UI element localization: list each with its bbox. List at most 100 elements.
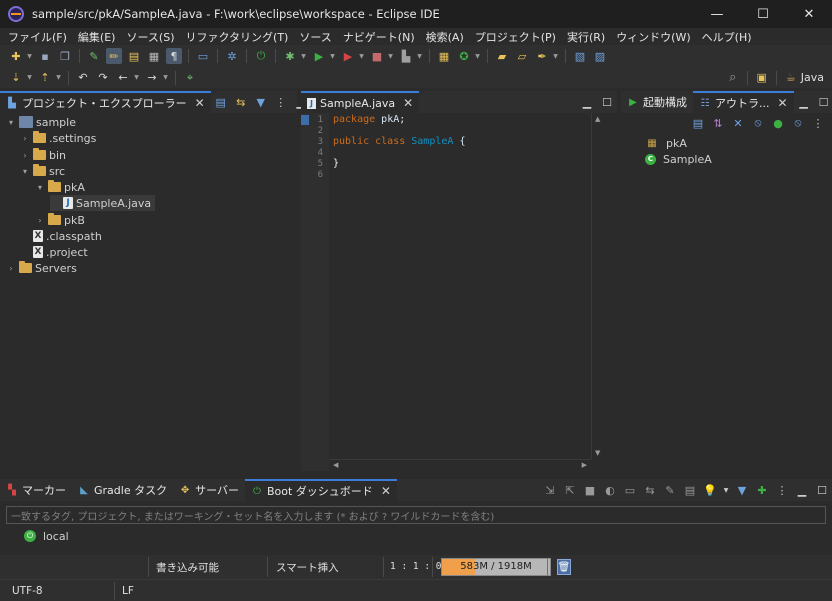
tree-item-sample[interactable]: ▾ sample <box>6 114 76 130</box>
java-perspective-icon[interactable]: ☕ <box>783 70 799 86</box>
back-dropdown-icon[interactable]: ▼ <box>133 70 140 86</box>
menu-file[interactable]: ファイル(F) <box>4 29 74 45</box>
maximize-view-icon[interactable]: ☐ <box>814 484 830 497</box>
bulb-dropdown-icon[interactable]: ▼ <box>722 487 730 494</box>
tree-item-bin[interactable]: › bin <box>20 147 66 163</box>
open-type-icon[interactable]: ▰ <box>494 48 510 64</box>
menu-navigate[interactable]: ナビゲート(N) <box>339 29 422 45</box>
tree-item-pkB[interactable]: › pkB <box>35 212 85 228</box>
properties-icon[interactable]: ▤ <box>682 484 698 497</box>
link-with-editor-icon[interactable]: ⇆ <box>233 96 249 109</box>
pin-editor-icon[interactable]: ⌖ <box>182 70 198 86</box>
filter-icon[interactable]: ▼ <box>253 96 269 109</box>
open-browser-icon[interactable]: ◐ <box>602 484 618 497</box>
editor-horizontal-scrollbar[interactable]: ◀ ▶ <box>329 459 591 471</box>
sort-icon[interactable]: ⇅ <box>710 115 726 131</box>
hide-nonpublic-icon[interactable]: ● <box>770 115 786 131</box>
boot-local-item[interactable]: ⏻ local <box>24 528 69 544</box>
close-outline-icon[interactable]: ✕ <box>778 96 788 110</box>
stop-icon[interactable]: ■ <box>369 48 385 64</box>
save-all-icon[interactable]: ❐ <box>57 48 73 64</box>
refresh-icon[interactable]: ⇆ <box>642 484 658 497</box>
forward-dropdown-icon[interactable]: ▼ <box>162 70 169 86</box>
open-console-icon[interactable]: ▭ <box>195 48 211 64</box>
run-external-tools-icon[interactable]: ▶ <box>340 48 356 64</box>
external-tools-dropdown-icon[interactable]: ▼ <box>358 48 365 64</box>
menu-run[interactable]: 実行(R) <box>563 29 612 45</box>
tree-item-src[interactable]: ▾ src <box>20 163 65 179</box>
tree-item-classpath[interactable]: X .classpath <box>20 228 102 244</box>
tab-outline[interactable]: ☷ アウトラ... ✕ <box>693 91 794 113</box>
view-menu-icon[interactable]: ⋮ <box>810 115 826 131</box>
minimize-view-icon[interactable]: ▁ <box>796 96 812 109</box>
save-icon[interactable]: ▪ <box>37 48 53 64</box>
new-dropdown-icon[interactable]: ▼ <box>26 48 33 64</box>
garbage-collect-icon[interactable]: 🗑 <box>557 559 571 575</box>
close-project-explorer-icon[interactable]: ✕ <box>195 96 205 110</box>
expand-arrow-icon[interactable]: ▾ <box>6 118 16 127</box>
scroll-up-icon[interactable]: ▲ <box>595 115 600 123</box>
forward-icon[interactable]: → <box>144 70 160 86</box>
scroll-left-icon[interactable]: ◀ <box>333 461 338 469</box>
tab-launch-config[interactable]: ▶ 起動構成 <box>621 91 693 113</box>
collapse-all-icon[interactable]: ▤ <box>690 115 706 131</box>
menu-project[interactable]: プロジェクト(P) <box>471 29 563 45</box>
tab-boot-dashboard[interactable]: ⏻ Boot ダッシュボード ✕ <box>244 479 397 501</box>
scroll-down-icon[interactable]: ▼ <box>595 449 600 457</box>
tab-servers[interactable]: ✥ サーバー <box>173 479 245 501</box>
toggle-word-wrap-icon[interactable]: ▦ <box>146 48 162 64</box>
tree-item-samplea-java[interactable]: J SampleA.java <box>50 195 156 211</box>
next-annotation-dropdown-icon[interactable]: ▼ <box>26 70 33 86</box>
menu-edit[interactable]: 編集(E) <box>74 29 123 45</box>
menu-help[interactable]: ヘルプ(H) <box>698 29 759 45</box>
run-dropdown-icon[interactable]: ▼ <box>329 48 336 64</box>
stop-dropdown-icon[interactable]: ▼ <box>387 48 394 64</box>
tree-item-pkA[interactable]: ▾ pkA <box>35 179 85 195</box>
expand-arrow-icon[interactable]: › <box>20 134 30 143</box>
bulb-icon[interactable]: 💡 <box>702 484 718 497</box>
collapse-all-icon[interactable]: ▤ <box>213 96 229 109</box>
new-class-dropdown-icon[interactable]: ▼ <box>474 48 481 64</box>
editor-vertical-scrollbar[interactable]: ▲ ▼ <box>591 113 605 459</box>
add-icon[interactable]: ✚ <box>754 484 770 497</box>
back-icon[interactable]: ← <box>115 70 131 86</box>
server-dropdown-icon[interactable]: ▼ <box>416 48 423 64</box>
start-icon[interactable]: ⇲ <box>542 484 558 497</box>
code-text-area[interactable]: package pkA; public class SampleA { } <box>329 113 605 459</box>
next-annotation-icon[interactable]: ⇣ <box>8 70 24 86</box>
settings-icon[interactable]: ✲ <box>224 48 240 64</box>
show-whitespace-icon[interactable]: ¶ <box>166 48 182 64</box>
open-perspective-list-icon[interactable]: ▧ <box>572 48 588 64</box>
menu-search[interactable]: 検索(A) <box>422 29 471 45</box>
tab-markers[interactable]: ▚ マーカー <box>0 479 72 501</box>
open-console-icon[interactable]: ▭ <box>622 484 638 497</box>
hide-static-icon[interactable]: ⦸ <box>750 115 766 131</box>
minimize-button[interactable]: — <box>694 0 740 28</box>
maximize-view-icon[interactable]: ☐ <box>816 96 832 109</box>
filter-icon[interactable]: ▼ <box>734 484 750 497</box>
hide-local-types-icon[interactable]: ⦸ <box>790 115 806 131</box>
debug-dropdown-icon[interactable]: ▼ <box>300 48 307 64</box>
tab-samplea-java[interactable]: J SampleA.java ✕ <box>301 91 420 113</box>
maximize-button[interactable]: ☐ <box>740 0 786 28</box>
close-boot-dashboard-icon[interactable]: ✕ <box>381 484 391 498</box>
stop-icon[interactable]: ■ <box>582 484 598 497</box>
minimize-view-icon[interactable]: ▁ <box>794 484 810 497</box>
new-java-package-icon[interactable]: ▦ <box>436 48 452 64</box>
java-perspective-label[interactable]: Java <box>801 71 824 84</box>
outline-item-samplea[interactable]: C SampleA <box>645 151 712 167</box>
toggle-block-selection-icon[interactable]: ▤ <box>126 48 142 64</box>
expand-arrow-icon[interactable]: › <box>6 264 16 273</box>
close-editor-tab-icon[interactable]: ✕ <box>403 96 413 110</box>
tag-filter-input[interactable]: 一致するタグ, プロジェクト, またはワーキング・セット名を入力します (* お… <box>6 506 826 524</box>
menu-refactor[interactable]: リファクタリング(T) <box>181 29 295 45</box>
new-java-class-icon[interactable]: ✎ <box>86 48 102 64</box>
tree-item-project[interactable]: X .project <box>20 244 88 260</box>
run-icon[interactable]: ▶ <box>311 48 327 64</box>
menu-window[interactable]: ウィンドウ(W) <box>612 29 697 45</box>
search-icon[interactable]: ⌕ <box>725 70 741 86</box>
expand-arrow-icon[interactable]: › <box>20 151 30 160</box>
new-icon[interactable]: ✚ <box>8 48 24 64</box>
view-menu-icon[interactable]: ⋮ <box>273 96 289 109</box>
search-brush-icon[interactable]: ✒ <box>534 48 550 64</box>
